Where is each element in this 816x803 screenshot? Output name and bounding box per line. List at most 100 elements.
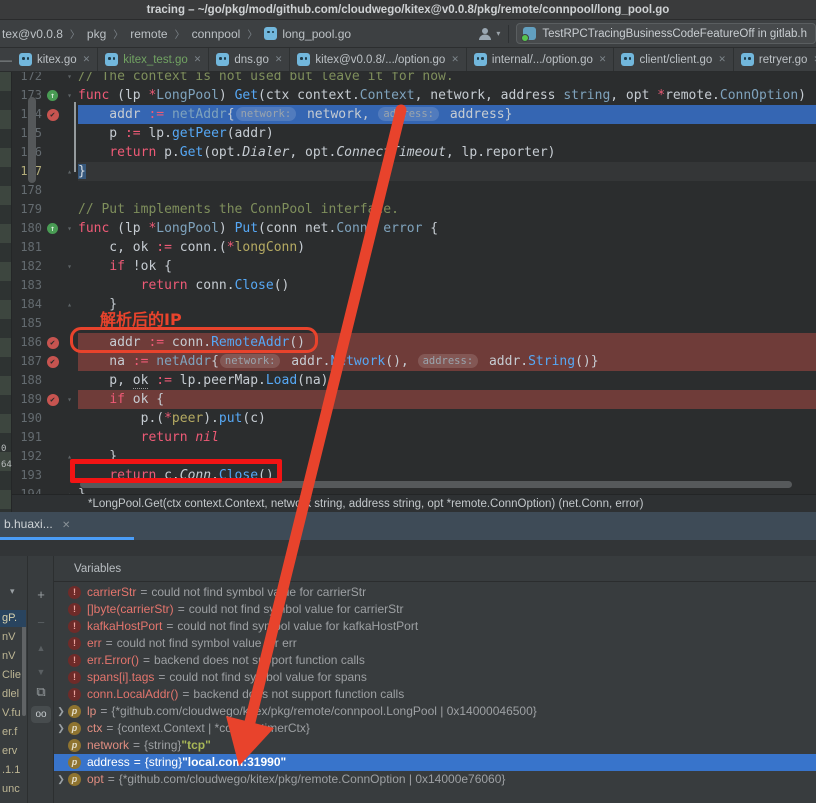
- code-text[interactable]: na := netAddr{network: addr.Network(), a…: [78, 352, 816, 371]
- variable-row[interactable]: !carrierStr=could not find symbol value …: [54, 584, 816, 601]
- code-text[interactable]: }: [78, 447, 816, 466]
- close-icon[interactable]: ✕: [83, 54, 91, 65]
- watch-glasses-icon[interactable]: oo: [31, 706, 51, 723]
- fold-marker-slot[interactable]: [61, 333, 78, 352]
- gutter-icon-slot[interactable]: [44, 276, 61, 295]
- editor-gutter[interactable]: 191: [12, 428, 78, 447]
- code-text[interactable]: if !ok {: [78, 257, 816, 276]
- gutter-icon-slot[interactable]: [44, 314, 61, 333]
- frames-panel[interactable]: ▾ gP.nVnVCliedlelV.fuer.ferv.1.1uncunc: [0, 556, 28, 803]
- code-text[interactable]: }: [78, 162, 816, 181]
- move-up-icon[interactable]: ▲: [28, 638, 54, 658]
- breakpoint-verified-icon[interactable]: ✔: [47, 394, 59, 406]
- variable-row[interactable]: !spans[i].tags=could not find symbol val…: [54, 669, 816, 686]
- editor-tab[interactable]: retryer.go✕: [734, 48, 816, 71]
- breadcrumb-item[interactable]: pkg: [87, 27, 106, 41]
- editor-gutter[interactable]: 182▾: [12, 257, 78, 276]
- user-dropdown-caret-icon[interactable]: ▾: [496, 29, 500, 38]
- code-text[interactable]: func (lp *LongPool) Get(ctx context.Cont…: [78, 86, 816, 105]
- code-text[interactable]: p.(*peer).put(c): [78, 409, 816, 428]
- variable-row[interactable]: !err=could not find symbol value for err: [54, 635, 816, 652]
- gutter-icon-slot[interactable]: [44, 428, 61, 447]
- tab-list-menu-icon[interactable]: —: [0, 48, 12, 71]
- expand-chevron-icon[interactable]: ❯: [54, 720, 68, 737]
- fold-end-icon[interactable]: ▴: [67, 447, 72, 466]
- fold-end-icon[interactable]: ▴: [67, 162, 72, 181]
- close-icon[interactable]: ✕: [62, 520, 70, 531]
- code-text[interactable]: func (lp *LongPool) Put(conn net.Conn) e…: [78, 219, 816, 238]
- gutter-icon-slot[interactable]: [44, 371, 61, 390]
- fold-marker-slot[interactable]: ▾: [61, 219, 78, 238]
- code-text[interactable]: return conn.Close(): [78, 276, 816, 295]
- frames-dropdown-icon[interactable]: ▾: [10, 586, 15, 597]
- close-icon[interactable]: ✕: [194, 54, 202, 65]
- fold-marker-slot[interactable]: ▴: [61, 485, 78, 494]
- editor-gutter[interactable]: 176: [12, 143, 78, 162]
- variable-row[interactable]: paddress={string} "local.com:31990": [54, 754, 816, 771]
- line-number[interactable]: 190: [12, 409, 44, 428]
- editor-gutter[interactable]: 181: [12, 238, 78, 257]
- fold-collapse-icon[interactable]: ▾: [67, 390, 72, 409]
- fold-marker-slot[interactable]: ▴: [61, 447, 78, 466]
- line-number[interactable]: 185: [12, 314, 44, 333]
- code-text[interactable]: [78, 314, 816, 333]
- variable-row[interactable]: !conn.LocalAddr()=backend does not suppo…: [54, 686, 816, 703]
- fold-marker-slot[interactable]: [61, 466, 78, 485]
- debug-console-tab[interactable]: b.huaxi... ✕: [4, 517, 70, 531]
- editor-gutter[interactable]: 172▾: [12, 72, 78, 86]
- frame-item[interactable]: erv: [0, 743, 26, 760]
- fold-marker-slot[interactable]: ▾: [61, 390, 78, 409]
- gutter-icon-slot[interactable]: [44, 72, 61, 86]
- editor-tab[interactable]: dns.go✕: [209, 48, 290, 71]
- editor-gutter[interactable]: 194 ▴: [12, 485, 78, 494]
- fold-marker-slot[interactable]: [61, 238, 78, 257]
- editor-tab[interactable]: kitex.go✕: [12, 48, 98, 71]
- fold-marker-slot[interactable]: [61, 352, 78, 371]
- editor-gutter[interactable]: 178: [12, 181, 78, 200]
- variable-row[interactable]: pnetwork={string} "tcp": [54, 737, 816, 754]
- line-number[interactable]: 191: [12, 428, 44, 447]
- gutter-icon-slot[interactable]: [44, 447, 61, 466]
- add-icon[interactable]: +: [28, 584, 54, 604]
- variable-row[interactable]: ❯plp={*github.com/cloudwego/kitex/pkg/re…: [54, 703, 816, 720]
- breakpoint-gutter-slot[interactable]: ✔: [44, 333, 61, 352]
- frame-item[interactable]: er.f: [0, 724, 26, 741]
- line-number[interactable]: 172: [12, 72, 44, 86]
- remove-icon[interactable]: −: [28, 612, 54, 632]
- line-number[interactable]: 194: [12, 485, 44, 494]
- fold-marker-slot[interactable]: [61, 428, 78, 447]
- line-number[interactable]: 188: [12, 371, 44, 390]
- gutter-icon-slot[interactable]: [44, 257, 61, 276]
- horizontal-scrollbar-thumb[interactable]: [80, 481, 792, 488]
- line-number[interactable]: 179: [12, 200, 44, 219]
- breakpoint-gutter-slot[interactable]: ✔: [44, 105, 61, 124]
- line-number[interactable]: 178: [12, 181, 44, 200]
- breakpoint-gutter-slot[interactable]: ✔: [44, 352, 61, 371]
- frame-item[interactable]: nV: [0, 648, 26, 665]
- editor-gutter[interactable]: 177▴: [12, 162, 78, 181]
- editor-tab[interactable]: internal/.../option.go✕: [467, 48, 615, 71]
- gutter-icon-slot[interactable]: [44, 181, 61, 200]
- editor-gutter[interactable]: 192▴: [12, 447, 78, 466]
- code-text[interactable]: c, ok := conn.(*longConn): [78, 238, 816, 257]
- breadcrumb-item[interactable]: long_pool.go: [264, 27, 351, 41]
- code-editor[interactable]: 172▾// The context is not used but leave…: [12, 72, 816, 494]
- breakpoint-gutter-slot[interactable]: ✔: [44, 390, 61, 409]
- code-text[interactable]: // Put implements the ConnPool interface…: [78, 200, 816, 219]
- frame-item[interactable]: unc: [0, 781, 26, 798]
- editor-gutter[interactable]: 193: [12, 466, 78, 485]
- fold-marker-slot[interactable]: [61, 181, 78, 200]
- editor-gutter[interactable]: 188: [12, 371, 78, 390]
- editor-gutter[interactable]: 185: [12, 314, 78, 333]
- frame-item[interactable]: nV: [0, 629, 26, 646]
- editor-gutter[interactable]: 186✔: [12, 333, 78, 352]
- code-text[interactable]: return p.Get(opt.Dialer, opt.ConnectTime…: [78, 143, 816, 162]
- gutter-icon-slot[interactable]: [44, 162, 61, 181]
- code-text[interactable]: addr := netAddr{network: network, addres…: [78, 105, 816, 124]
- line-number[interactable]: 193: [12, 466, 44, 485]
- fold-marker-slot[interactable]: [61, 200, 78, 219]
- variable-row[interactable]: ❯pctx={context.Context | *context.timerC…: [54, 720, 816, 737]
- run-configuration-select[interactable]: TestRPCTracingBusinessCodeFeatureOff in …: [516, 23, 816, 44]
- fold-marker-slot[interactable]: [61, 314, 78, 333]
- code-text[interactable]: addr := conn.RemoteAddr(): [78, 333, 816, 352]
